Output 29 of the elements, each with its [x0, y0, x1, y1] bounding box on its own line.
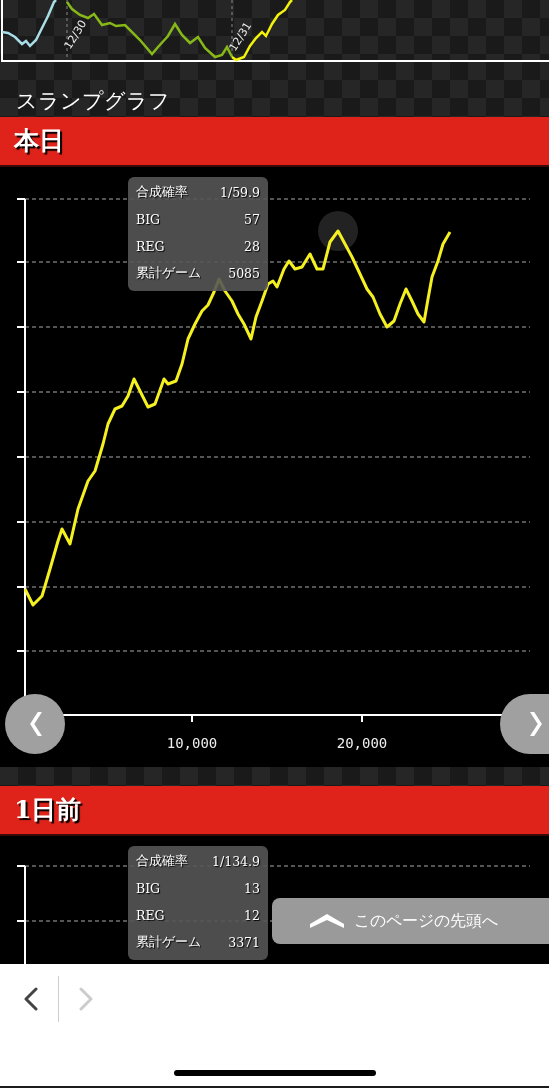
- hover-marker: [318, 211, 358, 251]
- tooltip-label: 合成確率: [136, 853, 189, 870]
- next-button[interactable]: [500, 694, 549, 754]
- tooltip-value: 3371: [228, 935, 260, 950]
- tooltip-value: 12: [244, 908, 260, 923]
- tooltip-value: 13: [244, 881, 260, 896]
- tooltip-label: 合成確率: [136, 184, 189, 201]
- tooltip-label: BIG: [136, 212, 162, 227]
- tooltip-value: 1/59.9: [220, 185, 260, 200]
- tooltip-value: 28: [244, 239, 260, 254]
- tooltip-label: REG: [136, 239, 166, 254]
- tooltip-value: 57: [244, 212, 260, 227]
- axis-tick-label: 20,000: [336, 735, 388, 751]
- graph-line: [1, 0, 57, 48]
- tooltip-label: BIG: [136, 881, 162, 896]
- page-title: スランプグラフ: [0, 62, 549, 117]
- section-heading: 1日前: [0, 786, 549, 836]
- chevron-right-icon: [530, 712, 544, 736]
- tooltip-label: REG: [136, 908, 166, 923]
- previous-button[interactable]: [5, 694, 65, 754]
- chevron-up-icon: [310, 914, 344, 928]
- tooltip-value: 5085: [228, 266, 260, 281]
- axis-tick-label: 10,000: [166, 735, 218, 751]
- tooltip-label: 累計ゲーム: [136, 934, 202, 951]
- chevron-left-icon: [28, 712, 42, 736]
- scroll-to-top-button[interactable]: このページの先頭へ: [272, 898, 549, 944]
- tooltip-label: 累計ゲーム: [136, 265, 202, 282]
- tooltip-value: 1/134.9: [212, 854, 260, 869]
- section-heading: 本日: [0, 117, 549, 167]
